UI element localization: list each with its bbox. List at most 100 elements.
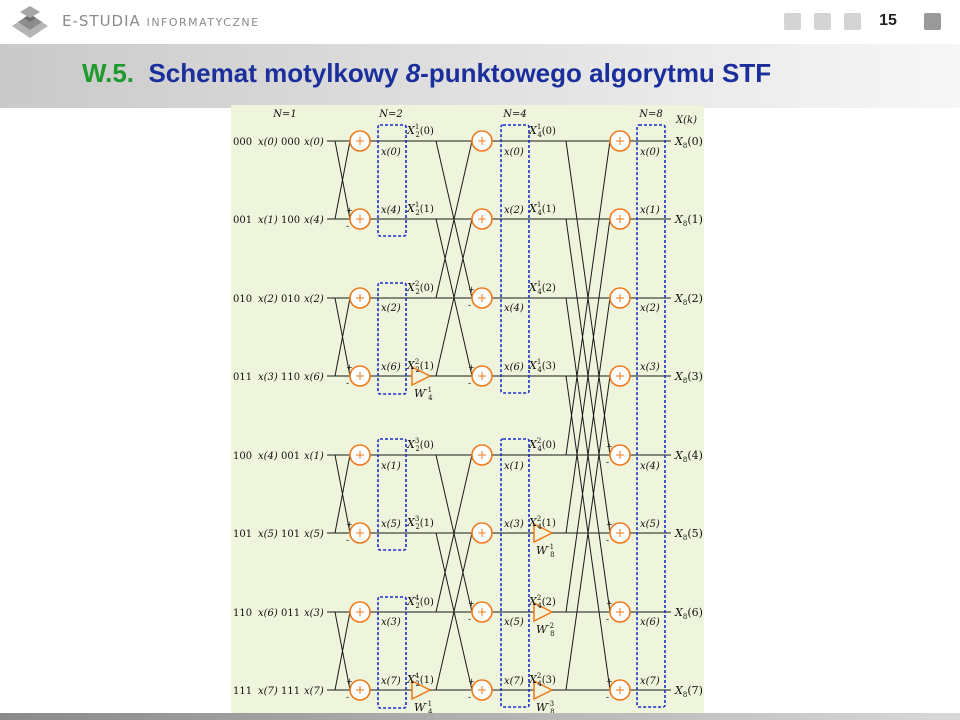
x2-label: X4 2(0): [406, 594, 434, 610]
binary-label: 101: [233, 529, 252, 540]
box8-label: x(7): [640, 676, 660, 687]
page-number: 15: [879, 12, 897, 29]
reordered-label: x(1): [304, 451, 324, 462]
box8-label: x(5): [640, 519, 660, 530]
reversed-binary-label: 100: [281, 215, 300, 226]
binary-label: 010: [233, 294, 252, 305]
x4-label: X1 4(1): [528, 201, 556, 217]
dashed-box: [377, 282, 407, 395]
x4-label: X1 4(2): [528, 280, 556, 296]
nav-square-3[interactable]: [844, 13, 861, 30]
sign-minus: -: [606, 458, 609, 468]
reversed-binary-label: 101: [281, 529, 300, 540]
box4-label: x(1): [504, 461, 524, 472]
box8-label: x(4): [640, 461, 660, 472]
box4-label: x(4): [504, 303, 524, 314]
binary-label: 100: [233, 451, 252, 462]
x2-label: X4 2(1): [406, 672, 434, 688]
reordered-label: x(3): [304, 608, 324, 619]
e-studia-logo-icon: [12, 6, 48, 38]
x2-label: X3 2(0): [406, 437, 434, 453]
output-label: X8(0): [674, 135, 703, 150]
butterfly-svg: N=1 N=2 N=4 N=8X(k)000 x(0) 000 x(0)001 x(1) 100…: [233, 109, 703, 713]
sign-minus: -: [606, 693, 609, 703]
title-text-after: -punktowego algorytmu STF: [420, 58, 772, 88]
reordered-label: x(6): [304, 372, 324, 383]
reversed-binary-label: 000: [281, 137, 300, 148]
sign-minus: -: [606, 536, 609, 546]
x2-label: X2 2(0): [406, 280, 434, 296]
reversed-binary-label: 010: [281, 294, 300, 305]
output-label: X8(4): [674, 449, 703, 464]
twiddle-label: W-1 4: [414, 700, 433, 713]
stage-label: N=4: [502, 109, 527, 120]
dashed-box: [500, 438, 530, 708]
brand-name: E-STUDIA INFORMATYCZNE: [62, 12, 260, 30]
box2-label: x(1): [381, 461, 401, 472]
box2-label: x(3): [381, 617, 401, 628]
slide-title: W.5. Schemat motylkowy 8-punktowego algo…: [82, 58, 771, 89]
sign-minus: -: [346, 222, 349, 232]
output-label: X8(3): [674, 370, 703, 385]
twiddle-label: W-1 8: [536, 543, 555, 559]
box4-label: x(3): [504, 519, 524, 530]
binary-label: 011: [233, 372, 252, 383]
binary-label: 001: [233, 215, 252, 226]
sign-minus: -: [468, 379, 471, 389]
reordered-label: x(7): [304, 686, 324, 697]
title-number: W.5.: [82, 58, 135, 88]
box2-label: x(0): [381, 147, 401, 158]
reversed-binary-label: 110: [281, 372, 300, 383]
x4-label: X2 4(1): [528, 515, 556, 531]
box8-label: x(3): [640, 362, 660, 373]
box4-label: x(5): [504, 617, 524, 628]
box2-label: x(6): [381, 362, 401, 373]
footer-bar: [0, 713, 960, 720]
box8-label: x(6): [640, 617, 660, 628]
x4-label: X2 4(2): [528, 594, 556, 610]
x2-label: X1 2(1): [406, 201, 434, 217]
sign-minus: -: [468, 615, 471, 625]
output-label: X8(7): [674, 684, 703, 699]
stage-label: N=2: [378, 109, 403, 120]
title-italic: 8: [405, 58, 421, 88]
box2-label: x(4): [381, 205, 401, 216]
x4-label: X2 4(0): [528, 437, 556, 453]
output-header: X(k): [675, 115, 697, 126]
dashed-box: [377, 596, 407, 709]
input-label: x(2): [258, 294, 278, 305]
output-label: X8(2): [674, 292, 703, 307]
box2-label: x(5): [381, 519, 401, 530]
input-label: x(7): [258, 686, 278, 697]
output-label: X8(6): [674, 606, 703, 621]
dashed-box: [500, 124, 530, 394]
output-label: X8(5): [674, 527, 703, 542]
x4-label: X1 4(3): [528, 358, 556, 374]
box4-label: x(6): [504, 362, 524, 373]
box2-label: x(2): [381, 303, 401, 314]
box4-label: x(2): [504, 205, 524, 216]
brand-main: E-STUDIA: [62, 12, 141, 30]
sign-minus: -: [468, 301, 471, 311]
title-text-before: Schemat motylkowy: [148, 58, 399, 88]
nav-square-2[interactable]: [814, 13, 831, 30]
nav-square-4[interactable]: [924, 13, 941, 30]
sign-minus: -: [346, 379, 349, 389]
box4-label: x(7): [504, 676, 524, 687]
reordered-label: x(4): [304, 215, 324, 226]
box4-label: x(0): [504, 147, 524, 158]
sign-minus: -: [346, 693, 349, 703]
output-label: X8(1): [674, 213, 703, 228]
input-label: x(3): [258, 372, 278, 383]
box8-label: x(1): [640, 205, 660, 216]
x2-label: X1 2(0): [406, 123, 434, 139]
reordered-label: x(0): [304, 137, 324, 148]
reordered-label: x(2): [304, 294, 324, 305]
reordered-label: x(5): [304, 529, 324, 540]
reversed-binary-label: 011: [281, 608, 300, 619]
sign-minus: -: [468, 693, 471, 703]
twiddle-label: W-3 8: [536, 700, 555, 713]
twiddle-label: W-1 4: [414, 386, 433, 402]
nav-square-1[interactable]: [784, 13, 801, 30]
x2-label: X2 2(1): [406, 358, 434, 374]
